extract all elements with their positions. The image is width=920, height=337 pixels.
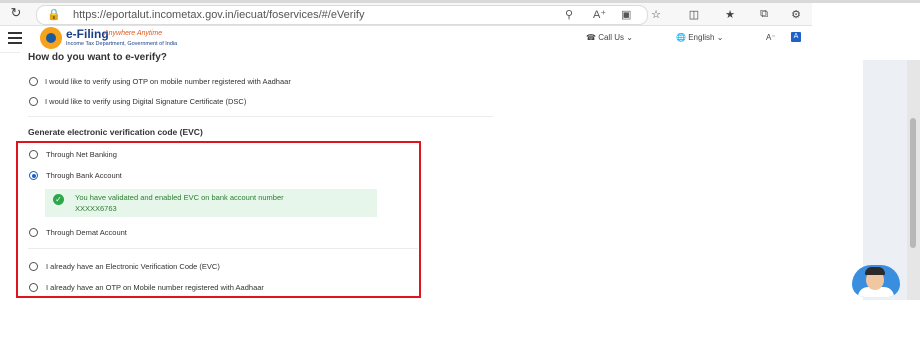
globe-icon: 🌐 (676, 33, 686, 42)
call-us-label: Call Us (598, 33, 624, 42)
efiling-tagline: Anywhere Anytime (104, 30, 163, 37)
url-text[interactable]: https://eportalut.incometax.gov.in/iecua… (73, 9, 364, 21)
avatar-hair (865, 267, 885, 275)
chat-assistant-avatar[interactable] (852, 265, 900, 297)
app-icon[interactable]: ▣ (621, 8, 631, 21)
decrease-text-size-button[interactable]: A⁻ (766, 33, 776, 42)
radio-verify-aadhaar-otp[interactable] (29, 77, 38, 86)
divider (28, 116, 493, 117)
option-label-verify-dsc[interactable]: I would like to verify using Digital Sig… (45, 97, 246, 106)
evc-heading: Generate electronic verification code (E… (28, 127, 203, 137)
browser-toolbar: ↻ 🔒 https://eportalut.incometax.gov.in/i… (0, 3, 812, 26)
govt-emblem-logo (40, 27, 62, 49)
text-size-badge[interactable]: A (791, 32, 801, 42)
favorite-star-icon[interactable]: ☆ (648, 8, 664, 21)
extension-icon[interactable]: ⚙ (788, 8, 804, 21)
language-menu[interactable]: 🌐 English ⌄ (676, 33, 723, 42)
menu-icon[interactable] (8, 32, 22, 47)
highlight-box (16, 141, 421, 298)
language-label: English (688, 33, 715, 42)
address-bar[interactable]: 🔒 https://eportalut.incometax.gov.in/iec… (36, 5, 648, 25)
everify-question: How do you want to e-verify? (28, 52, 167, 63)
phone-icon: ☎ (586, 33, 596, 42)
option-label-verify-aadhaar-otp[interactable]: I would like to verify using OTP on mobi… (45, 77, 291, 86)
chevron-down-icon: ⌄ (716, 33, 724, 42)
chevron-down-icon: ⌄ (626, 33, 633, 42)
radio-verify-dsc[interactable] (29, 97, 38, 106)
split-screen-icon[interactable]: ◫ (686, 8, 702, 21)
app-header: e-Filing Anywhere Anytime Income Tax Dep… (0, 26, 863, 53)
read-aloud-icon[interactable]: A⁺ (593, 8, 606, 21)
efiling-logo-text: e-Filing (66, 27, 109, 41)
collections-icon[interactable]: ⧉ (756, 8, 772, 21)
favorites-icon[interactable]: ★ (722, 8, 738, 21)
lock-icon[interactable]: 🔒 (47, 8, 61, 21)
efiling-subtitle: Income Tax Department, Government of Ind… (66, 41, 178, 47)
scrollbar-thumb[interactable] (910, 118, 916, 248)
reload-icon[interactable]: ↻ (8, 5, 24, 21)
search-icon[interactable]: ⚲ (565, 8, 573, 21)
call-us-menu[interactable]: ☎ Call Us ⌄ (586, 33, 633, 42)
